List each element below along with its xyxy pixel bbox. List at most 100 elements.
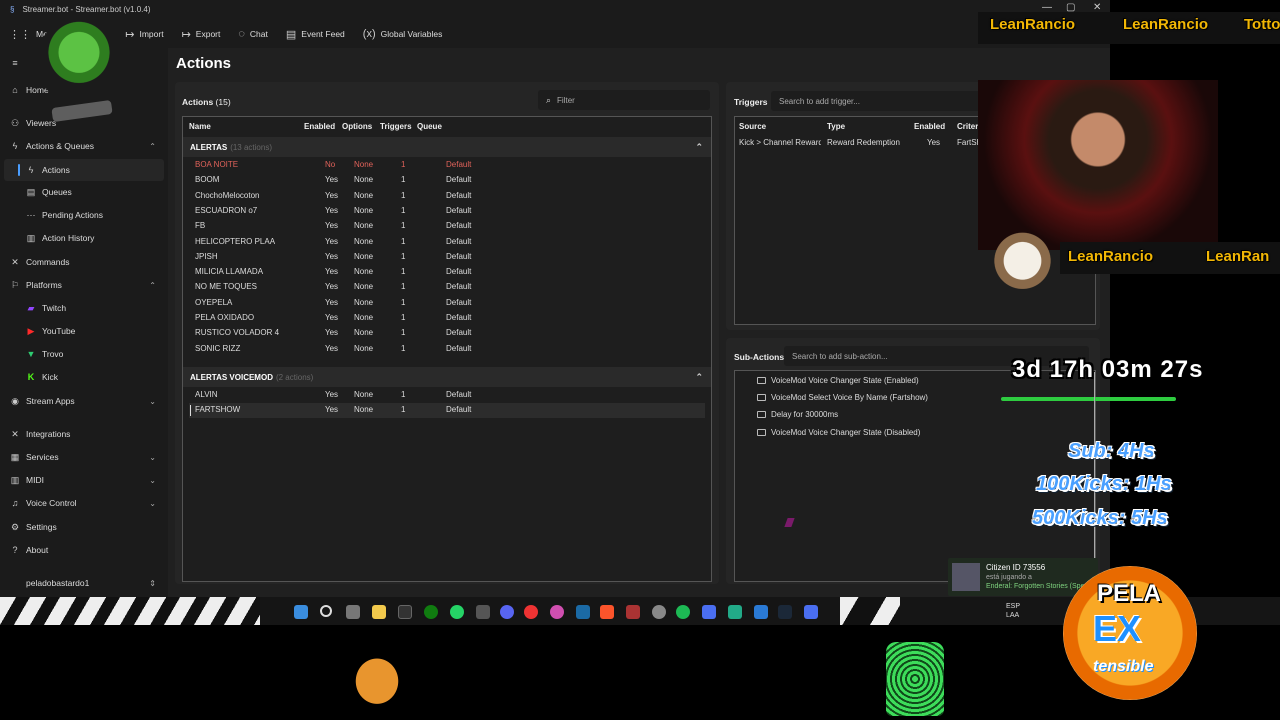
column-header[interactable]: Enabled [914, 122, 945, 131]
table-row[interactable]: JPISH Yes None 1 Default [189, 250, 705, 265]
sidebar-item-trovo[interactable]: ▼ Trovo [0, 343, 168, 365]
sidebar-item-queues[interactable]: ▤ Queues [0, 181, 168, 203]
subaction-search-placeholder: Search to add sub-action... [792, 351, 888, 361]
subaction-item[interactable]: Delay for 30000ms [757, 410, 838, 419]
table-row[interactable]: OYEPELA Yes None 1 Default [189, 296, 705, 311]
sidebar-item-youtube[interactable]: ▶ YouTube [0, 320, 168, 342]
logo-text: tensible [1093, 658, 1154, 675]
action-name: OYEPELA [195, 297, 233, 307]
steam-icon[interactable] [576, 605, 590, 619]
sidebar-item-settings[interactable]: ⚙ Settings [0, 516, 168, 538]
action-triggers: 1 [401, 160, 406, 169]
group-header-alertas[interactable]: ALERTAS (13 actions) ⌃ [183, 137, 711, 157]
app-icon[interactable] [550, 605, 564, 619]
table-row[interactable]: RUSTICO VOLADOR 4 Yes None 1 Default [189, 326, 705, 341]
group-header-alertas-voicemod[interactable]: ALERTAS VOICEMOD (2 actions) ⌃ [183, 367, 711, 387]
action-queue: Default [446, 343, 472, 353]
subaction-item[interactable]: VoiceMod Select Voice By Name (Fartshow) [757, 393, 928, 402]
action-enabled: Yes [325, 328, 339, 338]
table-row[interactable]: ALVIN Yes None 1 Default [189, 388, 705, 403]
app-icon[interactable] [754, 605, 768, 619]
column-header[interactable]: Queue [417, 122, 442, 131]
app-icon[interactable] [476, 605, 490, 619]
whatsapp-icon[interactable] [450, 605, 464, 619]
windows-start-icon[interactable] [294, 605, 308, 619]
action-enabled: Yes [325, 236, 339, 246]
app-icon[interactable] [524, 605, 538, 619]
language-indicator[interactable]: ESP [1006, 603, 1020, 610]
table-row[interactable]: MILICIA LLAMADA Yes None 1 Default [189, 265, 705, 280]
sidebar-item-stream-apps[interactable]: ◉ Stream Apps ⌄ [0, 390, 168, 412]
sidebar-item-action-history[interactable]: ▥ Action History [0, 227, 168, 249]
sidebar-item-midi[interactable]: ▥ MIDI ⌄ [0, 469, 168, 491]
app-logo-icon: § [10, 4, 15, 14]
app-icon[interactable] [398, 605, 412, 619]
midi-icon: ▥ [10, 474, 20, 485]
streamerbot-icon[interactable] [702, 605, 716, 619]
brave-icon[interactable] [600, 605, 614, 619]
column-header[interactable]: Triggers [380, 122, 412, 131]
steam-icon[interactable] [778, 605, 792, 619]
chat-button[interactable]: ◌ Chat [229, 22, 277, 46]
sidebar-item-voice-control[interactable]: ♫ Voice Control ⌄ [0, 492, 168, 514]
table-row[interactable]: NO ME TOQUES Yes None 1 Default [189, 280, 705, 295]
sidebar-item-kick[interactable]: K Kick [0, 366, 168, 388]
action-triggers: 1 [401, 205, 406, 215]
action-enabled: Yes [325, 205, 339, 215]
chevron-up-icon[interactable]: ⌃ [695, 372, 703, 383]
app-icon[interactable] [728, 605, 742, 619]
search-icon[interactable] [320, 605, 332, 617]
sidebar-item-about[interactable]: ? About [0, 539, 168, 561]
steam-notification[interactable]: Citizen ID 73556 está jugando a Enderal:… [948, 558, 1098, 596]
sidebar-item-integrations[interactable]: ✕ Integrations [0, 423, 168, 445]
action-enabled: Yes [325, 343, 339, 353]
task-view-icon[interactable] [346, 605, 360, 619]
column-header[interactable]: Options [342, 122, 372, 131]
folder-icon[interactable] [372, 605, 386, 619]
subaction-item[interactable]: VoiceMod Voice Changer State (Enabled) [757, 376, 919, 385]
app-icon[interactable] [652, 605, 666, 619]
table-row[interactable]: ESCUADRON o7 Yes None 1 Default [189, 204, 705, 219]
filter-input[interactable]: ⌕ Filter [538, 90, 710, 110]
actions-count: (15) [215, 97, 231, 107]
import-button[interactable]: ↦ Import [116, 22, 172, 46]
global-variables-button[interactable]: (x) Global Variables [354, 22, 452, 46]
export-button[interactable]: ↦ Export [173, 22, 230, 46]
actions-table: Name Enabled Options Triggers Queue ALER… [182, 116, 712, 582]
sidebar-label: Twitch [42, 303, 67, 313]
sidebar-item-pending-actions[interactable]: ⋯ Pending Actions [0, 204, 168, 226]
sidebar-item-commands[interactable]: ✕ Commands [0, 251, 168, 273]
table-row[interactable]: FARTSHOW Yes None 1 Default [189, 403, 705, 419]
event-feed-button[interactable]: ▤ Event Feed [277, 22, 354, 46]
action-triggers: 1 [401, 313, 406, 322]
subaction-item[interactable]: VoiceMod Voice Changer State (Disabled) [757, 428, 920, 437]
app-icon[interactable] [626, 605, 640, 619]
sidebar-label: YouTube [42, 326, 76, 336]
table-row[interactable]: BOA NOITE No None 1 Default [189, 158, 705, 173]
notification-avatar [952, 563, 980, 591]
column-header[interactable]: Type [827, 122, 845, 131]
sidebar-item-services[interactable]: ▦ Services ⌄ [0, 446, 168, 468]
sidebar-item-twitch[interactable]: ▰ Twitch [0, 297, 168, 319]
table-row[interactable]: FB Yes None 1 Default [189, 219, 705, 234]
table-row[interactable]: ChochoMelocoton Yes None 1 Default [189, 189, 705, 204]
column-header[interactable]: Enabled [304, 122, 335, 131]
language-indicator[interactable]: LAA [1006, 612, 1019, 619]
sidebar-item-actions[interactable]: ϟ Actions [4, 159, 164, 181]
discord-icon[interactable] [500, 605, 514, 619]
chevron-up-icon[interactable]: ⌃ [695, 142, 703, 153]
streamerbot-icon[interactable] [804, 605, 818, 619]
column-header[interactable]: Source [739, 122, 766, 131]
sidebar-item-platforms[interactable]: ⚐ Platforms ⌃ [0, 274, 168, 296]
table-row[interactable]: PELA OXIDADO Yes None 1 Default [189, 311, 705, 326]
xbox-icon[interactable] [424, 605, 438, 619]
table-row[interactable]: BOOM Yes None 1 Default [189, 173, 705, 188]
taskbar-decoration [840, 597, 900, 625]
sidebar-item-actions-queues[interactable]: ϟ Actions & Queues ⌃ [0, 135, 168, 157]
user-profile-button[interactable]: peladobastardo1 ⇕ [0, 572, 168, 594]
action-queue: Default [446, 282, 472, 292]
table-row[interactable]: SONIC RIZZ Yes None 1 Default [189, 342, 705, 357]
table-row[interactable]: HELICOPTERO PLAA Yes None 1 Default [189, 235, 705, 250]
column-header[interactable]: Name [189, 122, 211, 131]
spotify-icon[interactable] [676, 605, 690, 619]
